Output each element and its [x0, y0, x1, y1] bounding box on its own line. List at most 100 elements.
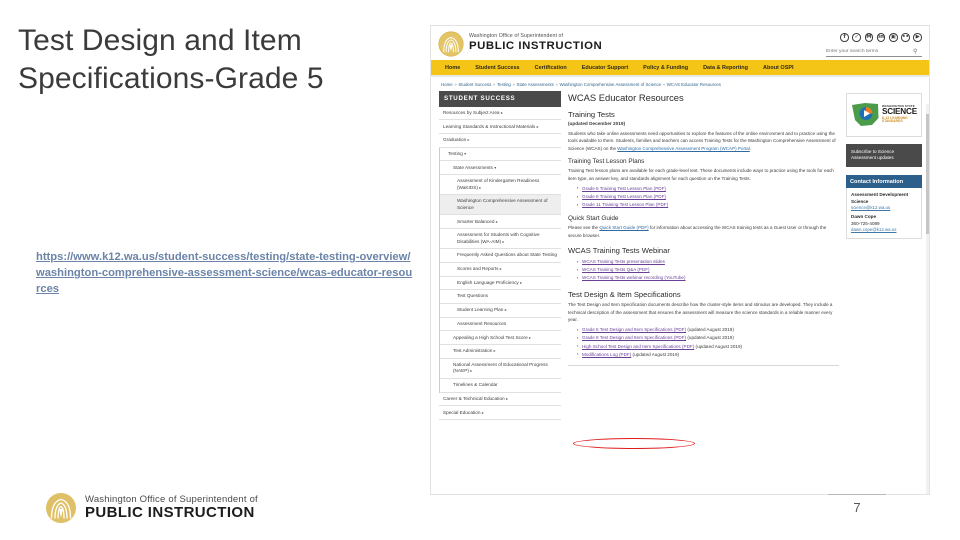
modifications-log-link[interactable]: Modifications Log (PDF): [582, 352, 631, 357]
list-item[interactable]: Modifications Log (PDF) (updated August …: [577, 350, 839, 359]
sidebar-item-naep[interactable]: National Assessment of Educational Progr…: [440, 359, 561, 379]
resource-url-link[interactable]: https://www.k12.wa.us/student-success/te…: [36, 250, 416, 298]
medium-icon[interactable]: M: [864, 33, 874, 42]
scrollbar-thumb[interactable]: [925, 114, 929, 234]
science-standards-badge[interactable]: WASHINGTON STATE SCIENCE K-12 LEARNING S…: [846, 92, 922, 137]
chevron-right-icon: ▸: [470, 368, 473, 374]
grade-8-test-design-link[interactable]: Grade 8 Test Design and Item Specificati…: [582, 335, 686, 340]
sidebar-item-testing[interactable]: Testing ▾: [440, 148, 561, 162]
brand-line-1: Washington Office of Superintendent of: [469, 33, 564, 39]
list-item[interactable]: WCAS Training Tests presentation slides: [577, 258, 839, 266]
page-title: Test Design and Item Specifications-Grad…: [18, 24, 324, 96]
contact-department-email-link[interactable]: science@k12.wa.us: [851, 205, 890, 210]
sidebar-item-wcas[interactable]: Washington Comprehensive Assessment of S…: [440, 195, 561, 216]
twitter-icon[interactable]: ✓: [852, 33, 862, 42]
updated-suffix: (updated August 2019): [694, 343, 743, 349]
breadcrumb-item-wcas[interactable]: Washington Comprehensive Assessment of S…: [560, 82, 662, 87]
nav-item-data-reporting[interactable]: Data & Reporting: [703, 65, 748, 71]
sidebar-item-label: National Assessment of Educational Progr…: [453, 362, 548, 374]
sidebar-item-state-assessments[interactable]: State Assessments ▾: [440, 161, 561, 176]
wcap-portal-link[interactable]: Washington Comprehensive Assessment Prog…: [617, 146, 750, 151]
nav-item-student-success[interactable]: Student Success: [475, 65, 519, 71]
ospi-seal-icon: [438, 31, 464, 57]
sidebar-item-label: Resources by Subject Area: [443, 109, 500, 115]
section-heading-lesson-plans: Training Test Lesson Plans: [568, 158, 645, 166]
quick-start-guide-link[interactable]: Quick Start Guide (PDF): [599, 225, 648, 230]
grade-5-test-design-link[interactable]: Grade 5 Test Design and Item Specificati…: [582, 327, 686, 332]
sidebar-item-english-language-proficiency[interactable]: English Language Proficiency ▸: [440, 277, 561, 291]
sidebar-item-test-questions[interactable]: Test Questions: [440, 290, 561, 304]
sidebar-item-timelines-calendar[interactable]: Timelines & Calendar: [440, 379, 561, 393]
nav-item-policy-funding[interactable]: Policy & Funding: [643, 65, 688, 71]
sidebar-item-wa-aim[interactable]: Assessment for Students with Cognitive D…: [440, 229, 561, 250]
main-content: WCAS Educator Resources Training Tests (…: [568, 91, 839, 420]
list-item[interactable]: Grade 11 Training Test Lesson Plan (PDF): [577, 201, 839, 209]
sidebar-item-smarter-balanced[interactable]: Smarter Balanced ▸: [440, 215, 561, 230]
flickr-icon[interactable]: ••: [901, 33, 910, 42]
chevron-right-icon: ▸: [529, 334, 532, 340]
list-item[interactable]: High School Test Design and Item Specifi…: [577, 342, 839, 351]
grade-5-lesson-plan-link[interactable]: Grade 5 Training Test Lesson Plan (PDF): [582, 186, 666, 191]
footer-brand-line-2: PUBLIC INSTRUCTION: [85, 504, 255, 522]
search-box[interactable]: ⚲: [826, 48, 922, 58]
linkedin-icon[interactable]: in: [876, 33, 886, 42]
sidebar-group-testing: Testing ▾ State Assessments ▾ Assessment…: [439, 147, 561, 393]
sidebar-item-learning-standards[interactable]: Learning Standards & Instructional Mater…: [439, 120, 561, 135]
sidebar-item-assessment-resources[interactable]: Assessment Resources: [440, 318, 561, 332]
nav-item-certification[interactable]: Certification: [535, 65, 567, 71]
ospi-seal-icon: [46, 493, 76, 523]
sidebar-item-wakids[interactable]: Assessment of Kindergarten Readiness (Wa…: [440, 175, 561, 196]
sidebar-item-scores-and-reports[interactable]: Scores and Reports ▸: [440, 263, 561, 277]
subscribe-button[interactable]: Subscribe to Science Assessment updates: [846, 143, 922, 168]
breadcrumb-item-state-assessments[interactable]: State Assessments: [517, 82, 554, 87]
badge-line-3: K-12 LEARNING STANDARDS: [882, 116, 908, 124]
list-item[interactable]: Grade 5 Test Design and Item Specificati…: [577, 326, 839, 334]
list-item[interactable]: Grade 5 Training Test Lesson Plan (PDF): [577, 184, 839, 193]
nav-item-educator-support[interactable]: Educator Support: [582, 65, 628, 71]
contact-person-email-link[interactable]: dawn.cope@k12.wa.us: [851, 227, 896, 232]
header-right: f ✓ M in ▣ •• ▶ ⚲: [826, 31, 922, 58]
sidebar-item-test-administration[interactable]: Test Administration ▸: [440, 345, 561, 359]
webinar-recording-link[interactable]: WCAS Training Tests webinar recording (Y…: [582, 275, 686, 280]
webinar-slides-link[interactable]: WCAS Training Tests presentation slides: [582, 259, 665, 264]
sidebar-item-graduation[interactable]: Graduation ▸: [439, 134, 561, 148]
sidebar-item-special-education[interactable]: Special Education ▸: [439, 406, 561, 421]
magnifier-icon[interactable]: ⚲: [913, 48, 917, 55]
sidebar-item-student-learning-plan[interactable]: Student Learning Plan ▸: [440, 304, 561, 318]
webinar-qa-link[interactable]: WCAS Training Tests Q&A (PDF): [582, 267, 650, 272]
section-paragraph-test-design: The Test Design and Item Specification d…: [568, 302, 833, 322]
section-heading-test-design: Test Design & Item Specifications: [568, 289, 681, 299]
contact-information-heading: Contact Information: [846, 175, 922, 189]
facebook-icon[interactable]: f: [840, 33, 849, 42]
high-school-test-design-link[interactable]: High School Test Design and Item Specifi…: [582, 344, 694, 349]
sidebar-item-faq-state-testing[interactable]: Frequently Asked Questions about State T…: [440, 249, 561, 263]
list-item[interactable]: Grade 8 Training Test Lesson Plan (PDF): [577, 193, 839, 201]
sidebar-item-resources-by-subject-area[interactable]: Resources by Subject Area ▸: [439, 107, 561, 121]
list-item[interactable]: WCAS Training Tests Q&A (PDF): [577, 266, 839, 274]
list-item[interactable]: Grade 8 Test Design and Item Specificati…: [577, 334, 839, 342]
youtube-icon[interactable]: ▶: [913, 33, 922, 42]
sidebar-item-appealing-test-score[interactable]: Appealing a High School Test Score ▸: [440, 331, 561, 346]
nav-item-about-ospi[interactable]: About OSPI: [763, 65, 794, 71]
chevron-right-icon: ▸: [467, 137, 470, 143]
section-heading-webinar: WCAS Training Tests Webinar: [568, 246, 670, 256]
webinar-link-list: WCAS Training Tests presentation slides …: [577, 258, 839, 283]
nav-item-home[interactable]: Home: [445, 65, 460, 71]
grade-8-lesson-plan-link[interactable]: Grade 8 Training Test Lesson Plan (PDF): [582, 194, 666, 199]
section-heading-training-tests: Training Tests: [568, 109, 615, 119]
breadcrumb-item-home[interactable]: Home: [441, 82, 453, 87]
breadcrumb-item-testing[interactable]: Testing: [497, 82, 511, 87]
sidebar-item-label: State Assessments: [453, 164, 493, 170]
breadcrumb-item-student-success[interactable]: Student Success: [458, 82, 491, 87]
updated-suffix: (updated August 2019): [631, 351, 680, 357]
search-input[interactable]: [826, 48, 910, 54]
page-scrollbar[interactable]: [925, 104, 929, 494]
list-item[interactable]: WCAS Training Tests webinar recording (Y…: [577, 274, 839, 282]
sidebar-item-career-technical-education[interactable]: Career & Technical Education ▸: [439, 393, 561, 407]
chevron-right-icon: ▸: [505, 395, 509, 401]
instagram-icon[interactable]: ▣: [889, 33, 898, 42]
content-divider: [568, 364, 839, 366]
grade-11-lesson-plan-link[interactable]: Grade 11 Training Test Lesson Plan (PDF): [582, 202, 668, 207]
chevron-right-icon: ▸: [481, 409, 484, 415]
section-paragraph-quick-start-guide: Please see the Quick Start Guide (PDF) f…: [568, 224, 839, 239]
